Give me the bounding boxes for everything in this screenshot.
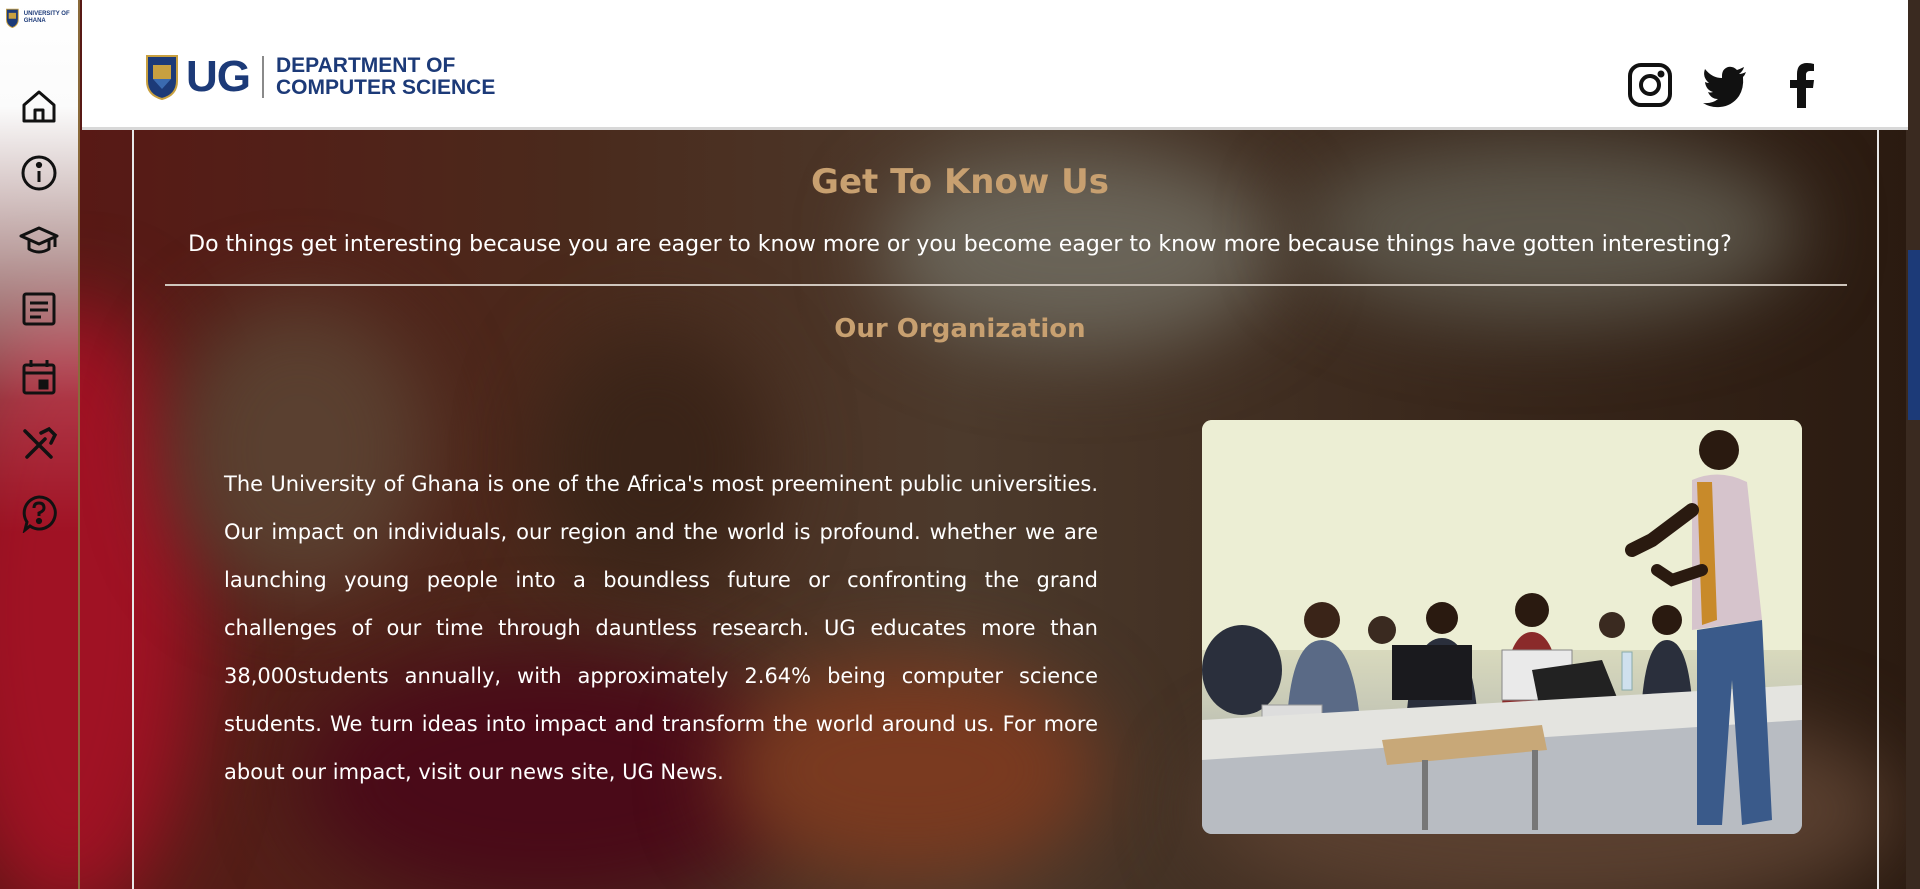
help-icon <box>22 495 57 534</box>
organization-description: The University of Ghana is one of the Af… <box>224 472 1098 784</box>
instagram-icon <box>1628 63 1672 107</box>
sidebar-logo-text: UNIVERSITY OF GHANA <box>23 10 70 24</box>
classroom-illustration <box>1202 420 1802 834</box>
section-divider <box>165 284 1847 286</box>
logo-ug-text: UG <box>186 52 251 101</box>
ug-crest-icon <box>146 55 178 101</box>
sidebar-logo[interactable]: UNIVERSITY OF GHANA <box>5 1 75 34</box>
instagram-link[interactable] <box>1627 60 1673 110</box>
sidebar-item-home[interactable] <box>19 86 59 126</box>
site-header: UG DEPARTMENT OF COMPUTER SCIENCE <box>82 0 1908 130</box>
home-icon <box>22 90 56 123</box>
classroom-photo <box>1202 420 1802 834</box>
right-edge-strip <box>1906 0 1920 889</box>
logo-dept-text: DEPARTMENT OF COMPUTER SCIENCE <box>276 55 495 99</box>
sidebar-item-tools[interactable] <box>19 425 59 465</box>
section-title: Our Organization <box>834 314 1086 344</box>
page-subtitle: Do things get interesting because you ar… <box>188 232 1732 257</box>
sidebar-item-help[interactable] <box>19 493 59 534</box>
department-logo[interactable]: UG DEPARTMENT OF COMPUTER SCIENCE <box>144 52 495 102</box>
twitter-link[interactable] <box>1702 60 1748 110</box>
logo-dept-line2: COMPUTER SCIENCE <box>276 76 496 99</box>
logo-dept-line1: DEPARTMENT OF <box>276 54 456 77</box>
facebook-link[interactable] <box>1780 60 1826 110</box>
ug-crest-icon <box>6 8 19 28</box>
logo-divider <box>262 56 264 98</box>
sidebar-nav: UNIVERSITY OF GHANA <box>0 0 80 889</box>
page-title: Get To Know Us <box>811 162 1109 202</box>
sidebar-item-events[interactable] <box>19 357 59 397</box>
calendar-icon <box>22 360 56 395</box>
twitter-icon <box>1703 66 1746 108</box>
tools-icon <box>23 426 58 459</box>
facebook-icon <box>1790 63 1814 108</box>
